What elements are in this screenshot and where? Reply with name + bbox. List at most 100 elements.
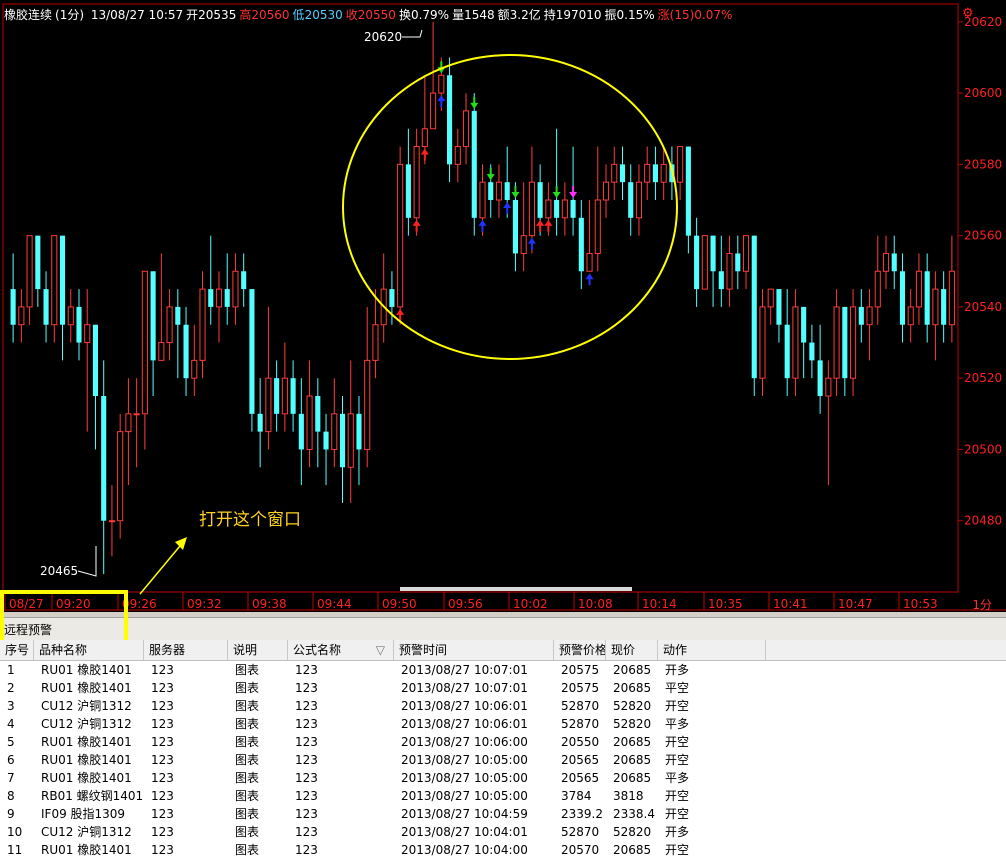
candle-body-down (751, 235, 757, 379)
x-tick-label: 09:38 (252, 597, 287, 611)
signal-arrow-head (569, 192, 578, 198)
column-header-action[interactable]: 动作 (658, 640, 766, 660)
cell-server: 123 (151, 735, 174, 749)
kline-chart-svg[interactable]: 20620 20600 20580 20560 20540 20520 20500 20480… (0, 0, 1006, 612)
cell-instrument: CU12 沪铜1312 (41, 699, 132, 713)
signal-arrow-head (511, 192, 520, 198)
table-row[interactable]: 7 RU01 橡胶1401 123 图表 123 2013/08/27 10:05:00 2… (0, 769, 1006, 787)
cell-instrument: RU01 橡胶1401 (41, 663, 132, 677)
x-tick-label: 10:35 (708, 597, 743, 611)
cell-desc: 图表 (235, 753, 260, 767)
cell-action: 开空 (665, 699, 690, 713)
table-row[interactable]: 11 RU01 橡胶1401 123 图表 123 2013/08/27 10:04:00… (0, 841, 1006, 856)
candle-body-up (199, 288, 206, 361)
signal-arrow-head (503, 202, 512, 208)
cell-action: 平多 (665, 717, 690, 731)
annotation-text: 打开这个窗口 (199, 510, 301, 530)
candle-body-up (594, 199, 601, 254)
cell-index: 9 (7, 807, 15, 821)
chart-scrollbar[interactable] (400, 587, 632, 591)
table-row[interactable]: 9 IF09 股指1309 123 图表 123 2013/08/27 10:04:59 2… (0, 805, 1006, 823)
cell-formula: 123 (295, 717, 318, 731)
column-header-index[interactable]: 序号 (0, 640, 34, 660)
column-header-alert-time[interactable]: 预警时间 (394, 640, 554, 660)
x-tick-label: 09:50 (382, 597, 417, 611)
x-tick-label: 09:32 (187, 597, 222, 611)
candle-body-up (611, 163, 618, 183)
candle-body-down (899, 271, 906, 325)
y-tick-label: 20580 (964, 157, 1002, 171)
cell-last-price: 2338.4 (613, 807, 655, 821)
close-value: 20550 (357, 8, 396, 22)
candle-body-up (26, 235, 33, 308)
cell-index: 7 (7, 771, 15, 785)
candle-body-up (215, 288, 223, 308)
alert-table[interactable]: 序号 品种名称 服务器 说明 公式名称 ▽ 预警时间 预警价格 现价 动作 1 RU01 橡胶140… (0, 640, 1006, 856)
cell-last-price: 20685 (613, 735, 652, 749)
cell-action: 开空 (665, 807, 690, 821)
candle-body-up (479, 181, 486, 219)
candle-body-down (578, 217, 584, 272)
cell-action: 开多 (665, 825, 690, 839)
cell-desc: 图表 (235, 681, 260, 695)
column-header-instrument[interactable]: 品种名称 (34, 640, 144, 660)
candle-body-down (59, 235, 66, 325)
candle-body-up (850, 306, 857, 379)
candle-body-up (67, 306, 74, 326)
remote-alert-panel-title[interactable]: 远程预警 (0, 617, 1006, 641)
cell-instrument: RU01 橡胶1401 (41, 771, 132, 785)
kline-chart[interactable]: 20620 20600 20580 20560 20540 20520 20500 20480… (0, 0, 1006, 612)
column-header-server[interactable]: 服务器 (144, 640, 228, 660)
volume-label: 量1548 (452, 8, 495, 22)
cell-server: 123 (151, 843, 174, 856)
cell-instrument: CU12 沪铜1312 (41, 825, 132, 839)
cell-index: 3 (7, 699, 15, 713)
table-row[interactable]: 3 CU12 沪铜1312 123 图表 123 2013/08/27 10:06:01 5… (0, 697, 1006, 715)
candle-body-down (241, 271, 247, 290)
candle-body-down (43, 289, 49, 325)
y-tick-label: 20540 (964, 300, 1002, 314)
candle-body-down (339, 413, 346, 468)
cell-action: 开空 (665, 789, 690, 803)
candle-body-up (948, 270, 955, 326)
cell-alert-time: 2013/08/27 10:06:00 (401, 735, 528, 749)
cell-desc: 图表 (235, 843, 260, 856)
open-value: 20535 (198, 8, 237, 22)
candle-body-up (660, 163, 667, 183)
column-header-last-price[interactable]: 现价 (606, 640, 658, 660)
column-header-desc[interactable]: 说明 (228, 640, 288, 660)
cell-server: 123 (151, 771, 174, 785)
table-row[interactable]: 10 CU12 沪铜1312 123 图表 123 2013/08/27 10:04:01… (0, 823, 1006, 841)
candle-body-down (257, 413, 263, 432)
table-row[interactable]: 8 RB01 螺纹钢1401 123 图表 123 2013/08/27 10:05:00… (0, 787, 1006, 805)
filter-icon[interactable]: ▽ (376, 640, 385, 660)
candle-body-down (323, 431, 329, 450)
table-row[interactable]: 1 RU01 橡胶1401 123 图表 123 2013/08/27 10:07:01 2… (0, 661, 1006, 679)
cell-last-price: 20685 (613, 753, 652, 767)
cell-alert-time: 2013/08/27 10:05:00 (401, 753, 528, 767)
cell-desc: 图表 (235, 663, 260, 677)
candle-body-down (842, 306, 848, 379)
cell-index: 2 (7, 681, 15, 695)
column-header-alert-price[interactable]: 预警价格 (554, 640, 606, 660)
column-header-formula[interactable]: 公式名称 ▽ (288, 640, 394, 660)
table-row[interactable]: 5 RU01 橡胶1401 123 图表 123 2013/08/27 10:06:00 2… (0, 733, 1006, 751)
candle-body-up (742, 235, 750, 272)
x-tick-label: 10:14 (642, 597, 677, 611)
candle-body-up (767, 288, 774, 308)
low-value: 20530 (304, 8, 343, 22)
candle-body-up (191, 359, 198, 379)
table-row[interactable]: 4 CU12 沪铜1312 123 图表 123 2013/08/27 10:06:01 5… (0, 715, 1006, 733)
candle-body-down (290, 378, 296, 414)
candle-body-up (495, 181, 503, 201)
cell-server: 123 (151, 825, 174, 839)
x-tick-label: 10:41 (773, 597, 808, 611)
cell-desc: 图表 (235, 771, 260, 785)
cell-last-price: 3818 (613, 789, 644, 803)
table-row[interactable]: 2 RU01 橡胶1401 123 图表 123 2013/08/27 10:07:01 2… (0, 679, 1006, 697)
cell-formula: 123 (295, 699, 318, 713)
cell-server: 123 (151, 699, 174, 713)
candle-body-down (570, 200, 576, 218)
candle-body-up (454, 146, 461, 165)
table-row[interactable]: 6 RU01 橡胶1401 123 图表 123 2013/08/27 10:05:00 2… (0, 751, 1006, 769)
